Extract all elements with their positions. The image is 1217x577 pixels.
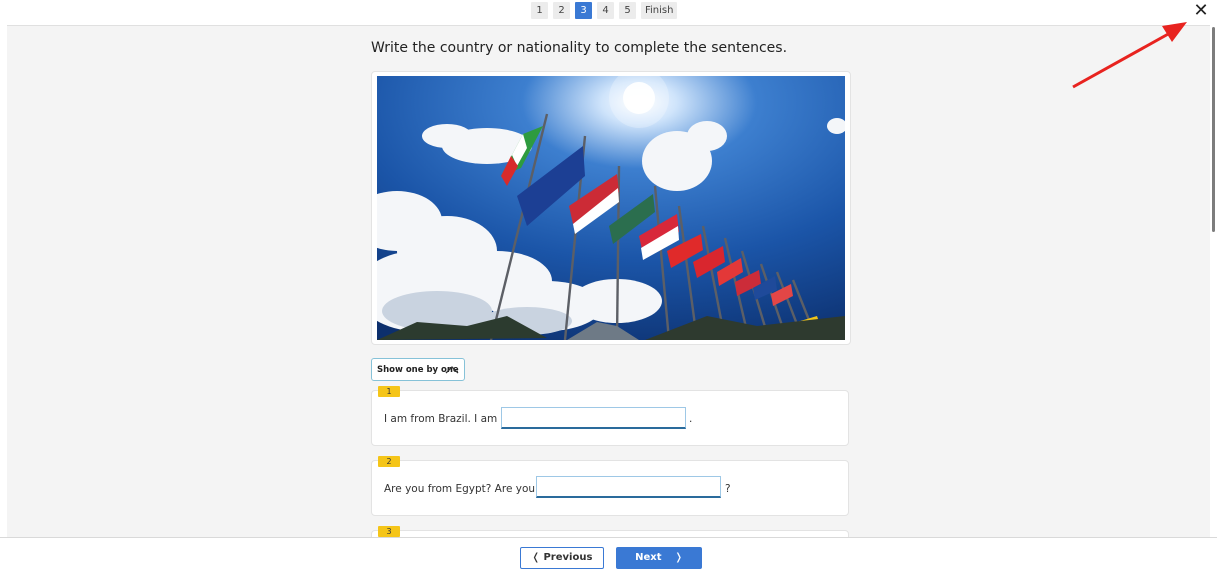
question-number-badge: 1 bbox=[378, 386, 400, 397]
question-punctuation: . bbox=[689, 413, 693, 425]
previous-button[interactable]: ❬ Previous bbox=[520, 547, 604, 569]
question-number-badge: 2 bbox=[378, 456, 400, 467]
question-text: Are you from Egypt? Are you bbox=[384, 483, 536, 495]
answer-input-2[interactable] bbox=[536, 476, 721, 498]
page-tab-5[interactable]: 5 bbox=[619, 2, 636, 19]
page-tab-2[interactable]: 2 bbox=[553, 2, 570, 19]
question-number-badge: 3 bbox=[378, 526, 400, 537]
question-punctuation: ? bbox=[725, 483, 731, 495]
instruction-text: Write the country or nationality to comp… bbox=[371, 40, 788, 56]
chevron-left-icon: ❬ bbox=[531, 552, 540, 563]
photo-card bbox=[371, 71, 851, 345]
page-tab-3[interactable]: 3 bbox=[575, 2, 592, 19]
page-navigator: 1 2 3 4 5 Finish bbox=[531, 2, 678, 19]
page-tab-4[interactable]: 4 bbox=[597, 2, 614, 19]
finish-tab[interactable]: Finish bbox=[641, 2, 678, 19]
exercise-content: Write the country or nationality to comp… bbox=[7, 25, 1210, 538]
flags-photo bbox=[377, 76, 845, 340]
show-one-by-one-toggle[interactable]: Show one by one bbox=[371, 358, 465, 381]
question-card-2: 2 Are you from Egypt? Are you ? bbox=[371, 456, 849, 516]
top-bar: 1 2 3 4 5 Finish ✕ bbox=[0, 0, 1217, 24]
close-icon[interactable]: ✕ bbox=[1191, 1, 1211, 21]
question-card-1: 1 I am from Brazil. I am . bbox=[371, 386, 849, 446]
page-tab-1[interactable]: 1 bbox=[531, 2, 548, 19]
previous-label: Previous bbox=[543, 552, 593, 563]
answer-input-1[interactable] bbox=[501, 407, 686, 429]
chevron-right-icon: ❭ bbox=[664, 552, 683, 563]
next-label: Next bbox=[635, 552, 662, 563]
scrollbar-thumb[interactable] bbox=[1212, 27, 1215, 232]
bottom-bar: ❬ Previous Next ❭ bbox=[0, 537, 1217, 577]
next-button[interactable]: Next ❭ bbox=[616, 547, 702, 569]
question-text: I am from Brazil. I am bbox=[384, 413, 498, 425]
chevron-up-icon bbox=[445, 366, 459, 374]
